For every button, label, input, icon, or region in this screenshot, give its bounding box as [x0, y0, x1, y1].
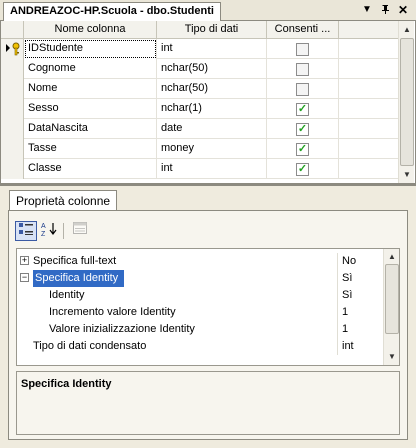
column-design-grid: Nome colonna Tipo di dati Consenti ... I…: [0, 21, 416, 183]
cell-data-type[interactable]: date: [157, 119, 267, 139]
cell-column-name[interactable]: Cognome: [24, 59, 157, 79]
table-row[interactable]: DataNascita date ✓: [1, 119, 399, 139]
allow-nulls-checkbox[interactable]: [296, 43, 309, 56]
table-row[interactable]: Tasse money ✓: [1, 139, 399, 159]
cell-data-type[interactable]: int: [157, 39, 267, 59]
property-row-selected[interactable]: − Specifica Identity Sì: [17, 270, 384, 287]
table-row[interactable]: Nome nchar(50): [1, 79, 399, 99]
scroll-thumb[interactable]: [385, 264, 399, 334]
allow-nulls-checkbox[interactable]: [296, 83, 309, 96]
property-name: Specifica full-text: [33, 255, 117, 267]
alphabetical-icon[interactable]: AZ: [39, 221, 61, 241]
grid-header: Nome colonna Tipo di dati Consenti ...: [1, 21, 399, 39]
allow-nulls-checkbox[interactable]: ✓: [296, 143, 309, 156]
property-name: Valore inizializzazione Identity: [49, 323, 195, 335]
cell-data-type[interactable]: nchar(50): [157, 79, 267, 99]
property-value[interactable]: 1: [337, 304, 384, 321]
cell-column-name[interactable]: Sesso: [24, 99, 157, 119]
scroll-up-icon[interactable]: ▲: [385, 249, 399, 264]
cell-column-name[interactable]: Tasse: [24, 139, 157, 159]
cell-allow-nulls: ✓: [267, 159, 339, 179]
cell-allow-nulls: [267, 79, 339, 99]
cell-allow-nulls: [267, 39, 339, 59]
properties-frame: AZ + Specifica full-text No − Specifica …: [8, 210, 408, 440]
cell-data-type[interactable]: int: [157, 159, 267, 179]
svg-text:Z: Z: [41, 231, 46, 237]
table-row[interactable]: Classe int ✓: [1, 159, 399, 179]
toolbar-separator: [63, 223, 64, 239]
cell-column-name[interactable]: DataNascita: [24, 119, 157, 139]
property-row[interactable]: Identity Sì: [17, 287, 384, 304]
property-row[interactable]: Tipo di dati condensato int: [17, 338, 384, 355]
allow-nulls-checkbox[interactable]: ✓: [296, 103, 309, 116]
allow-nulls-checkbox[interactable]: ✓: [296, 163, 309, 176]
primary-key-icon: [6, 42, 20, 56]
cell-data-type[interactable]: money: [157, 139, 267, 159]
scroll-up-icon[interactable]: ▲: [400, 22, 414, 37]
property-name: Identity: [49, 289, 85, 301]
cell-data-type[interactable]: nchar(1): [157, 99, 267, 119]
allow-nulls-checkbox[interactable]: [296, 63, 309, 76]
header-column-name[interactable]: Nome colonna: [24, 21, 157, 39]
row-selector[interactable]: [1, 59, 24, 79]
property-grid: + Specifica full-text No − Specifica Ide…: [16, 248, 400, 366]
row-selector[interactable]: [1, 79, 24, 99]
chevron-down-icon[interactable]: ▼: [360, 3, 374, 17]
scroll-down-icon[interactable]: ▼: [385, 349, 399, 364]
property-pages-icon[interactable]: [69, 221, 91, 241]
property-name: Tipo di dati condensato: [33, 340, 147, 352]
scroll-thumb[interactable]: [400, 38, 414, 166]
cell-data-type[interactable]: nchar(50): [157, 59, 267, 79]
property-row[interactable]: + Specifica full-text No: [17, 253, 384, 270]
property-value[interactable]: int: [337, 338, 384, 355]
close-icon[interactable]: ✕: [396, 3, 410, 17]
header-corner: [1, 21, 24, 39]
description-title: Specifica Identity: [21, 378, 112, 390]
property-value[interactable]: Sì: [337, 287, 384, 304]
tab-column-properties[interactable]: Proprietà colonne: [9, 190, 118, 211]
document-tab-strip: ANDREAZOC-HP.Scuola - dbo.Studenti ▼ ✕: [0, 0, 416, 21]
svg-text:A: A: [41, 223, 46, 230]
property-value[interactable]: 1: [337, 321, 384, 338]
cell-allow-nulls: ✓: [267, 99, 339, 119]
row-selector[interactable]: [1, 139, 24, 159]
property-value[interactable]: Sì: [337, 270, 384, 287]
table-row[interactable]: IDStudente int: [1, 39, 399, 59]
table-row[interactable]: Cognome nchar(50): [1, 59, 399, 79]
row-selector[interactable]: [1, 119, 24, 139]
grid-vertical-scrollbar[interactable]: ▲ ▼: [398, 21, 414, 183]
cell-column-name[interactable]: IDStudente: [24, 39, 157, 59]
property-value[interactable]: No: [337, 253, 384, 270]
property-name: Specifica Identity: [33, 270, 125, 287]
column-properties-pane: Proprietà colonne AZ + Specifica full-te…: [0, 186, 416, 448]
cell-column-name[interactable]: Classe: [24, 159, 157, 179]
document-tab[interactable]: ANDREAZOC-HP.Scuola - dbo.Studenti: [3, 2, 221, 21]
row-selector[interactable]: [1, 99, 24, 119]
collapse-icon[interactable]: −: [20, 273, 29, 282]
scroll-down-icon[interactable]: ▼: [400, 167, 414, 182]
property-row[interactable]: Valore inizializzazione Identity 1: [17, 321, 384, 338]
cell-allow-nulls: ✓: [267, 119, 339, 139]
table-row[interactable]: Sesso nchar(1) ✓: [1, 99, 399, 119]
pin-icon[interactable]: [378, 3, 392, 17]
header-data-type[interactable]: Tipo di dati: [157, 21, 267, 39]
cell-allow-nulls: [267, 59, 339, 79]
property-row[interactable]: Incremento valore Identity 1: [17, 304, 384, 321]
header-allow-nulls[interactable]: Consenti ...: [267, 21, 339, 39]
property-grid-scrollbar[interactable]: ▲ ▼: [383, 249, 399, 365]
cell-allow-nulls: ✓: [267, 139, 339, 159]
categorized-icon[interactable]: [15, 221, 37, 241]
property-name: Incremento valore Identity: [49, 306, 176, 318]
cell-column-name[interactable]: Nome: [24, 79, 157, 99]
expand-icon[interactable]: +: [20, 256, 29, 265]
allow-nulls-checkbox[interactable]: ✓: [296, 123, 309, 136]
property-description-panel: Specifica Identity: [16, 371, 400, 435]
row-selector[interactable]: [1, 159, 24, 179]
row-selector[interactable]: [1, 39, 24, 59]
